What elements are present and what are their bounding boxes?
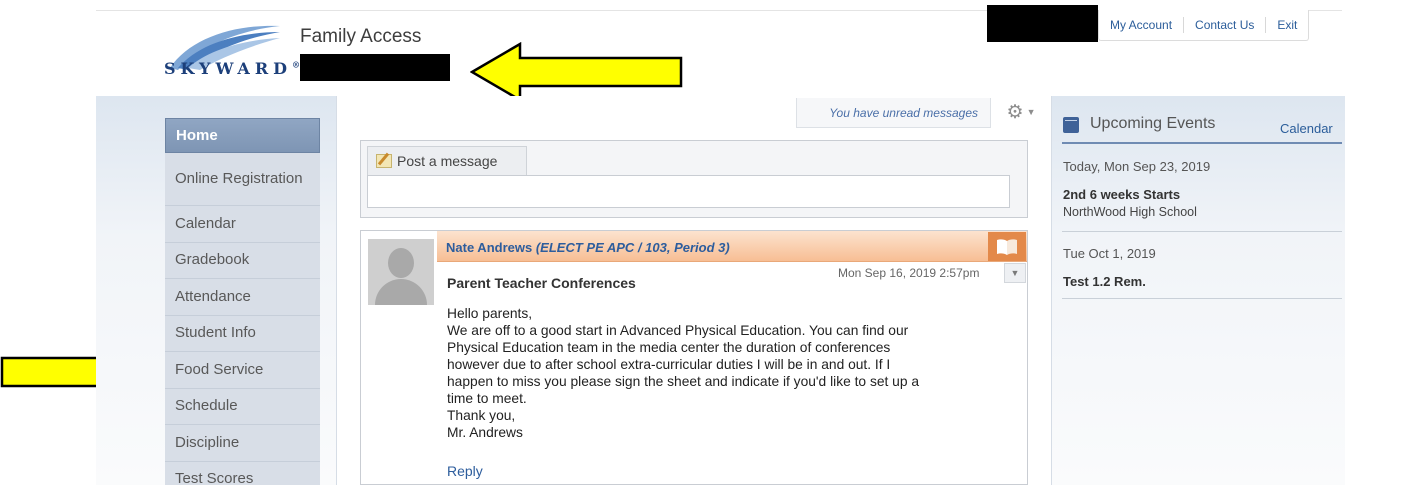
redacted-student-name [300,54,450,81]
annotation-arrow-left-pointing [470,42,683,102]
sidebar-item-food-service[interactable]: Food Service [165,352,320,389]
events-title: Upcoming Events [1090,115,1216,132]
message-line: Thank you, [447,408,516,423]
message-author[interactable]: Nate Andrews (ELECT PE APC / 103, Period… [446,240,730,255]
event-location: NorthWood High School [1063,205,1197,219]
gear-icon: ⚙ [1006,101,1024,123]
sidebar-item-discipline[interactable]: Discipline [165,425,320,462]
message-line: however due to after school extra-curric… [447,357,891,372]
event-date: Today, Mon Sep 23, 2019 [1063,159,1211,174]
event-divider [1062,231,1342,232]
message-line: Physical Education team in the media cen… [447,340,891,355]
message-line: time to meet. [447,391,527,406]
message-line: We are off to a good start in Advanced P… [447,323,909,338]
redacted-user-name [987,5,1098,42]
chevron-down-icon: ▼ [1026,107,1036,117]
unread-messages-link[interactable]: You have unread messages [796,98,991,128]
upcoming-events-panel [1052,96,1345,485]
message-line: Hello parents, [447,306,533,321]
message-options-button[interactable]: ▼ [1004,263,1026,283]
settings-menu[interactable]: ⚙ ▼ [1000,100,1042,124]
message-body: Hello parents, We are off to a good star… [447,305,1007,441]
sidebar-item-home[interactable]: Home [165,118,320,153]
calendar-icon [1063,117,1079,133]
top-nav: My Account Contact Us Exit [1098,10,1310,41]
message-line: Mr. Andrews [447,425,523,440]
event-name[interactable]: 2nd 6 weeks Starts [1063,187,1180,202]
sidebar-item-student-info[interactable]: Student Info [165,315,320,352]
sidebar-item-online-registration[interactable]: Online Registration [165,153,320,206]
contact-us-link[interactable]: Contact Us [1183,17,1265,33]
post-message-tab[interactable]: Post a message [367,146,527,175]
reply-link[interactable]: Reply [447,463,483,479]
post-message-label: Post a message [397,153,498,169]
open-book-icon[interactable] [988,232,1026,261]
message-date: Mon Sep 16, 2019 2:57pm [838,266,980,280]
event-date: Tue Oct 1, 2019 [1063,246,1156,261]
sidebar-item-schedule[interactable]: Schedule [165,388,320,425]
chevron-down-icon: ▼ [1010,268,1020,278]
sidebar-item-calendar[interactable]: Calendar [165,206,320,243]
calendar-link[interactable]: Calendar [1280,121,1333,136]
sidebar-item-test-scores[interactable]: Test Scores [165,461,320,485]
my-account-link[interactable]: My Account [1099,17,1183,33]
event-divider [1062,298,1342,299]
message-line: happen to miss you please sign the sheet… [447,374,920,389]
sidebar-nav: Home Online Registration Calendar Gradeb… [165,118,320,485]
app-title: Family Access [300,26,422,47]
pencil-note-icon [376,154,392,168]
message-subject: Parent Teacher Conferences [447,275,636,291]
person-silhouette-icon [368,239,434,305]
exit-link[interactable]: Exit [1265,17,1308,33]
event-name[interactable]: Test 1.2 Rem. [1063,274,1146,289]
post-message-input[interactable] [367,175,1010,208]
sidebar-item-attendance[interactable]: Attendance [165,279,320,316]
logo-wordmark: SKYWARD® [164,59,300,78]
sidebar-item-gradebook[interactable]: Gradebook [165,242,320,279]
family-access-page: SKYWARD® Family Access My Account Contac… [0,0,1419,485]
